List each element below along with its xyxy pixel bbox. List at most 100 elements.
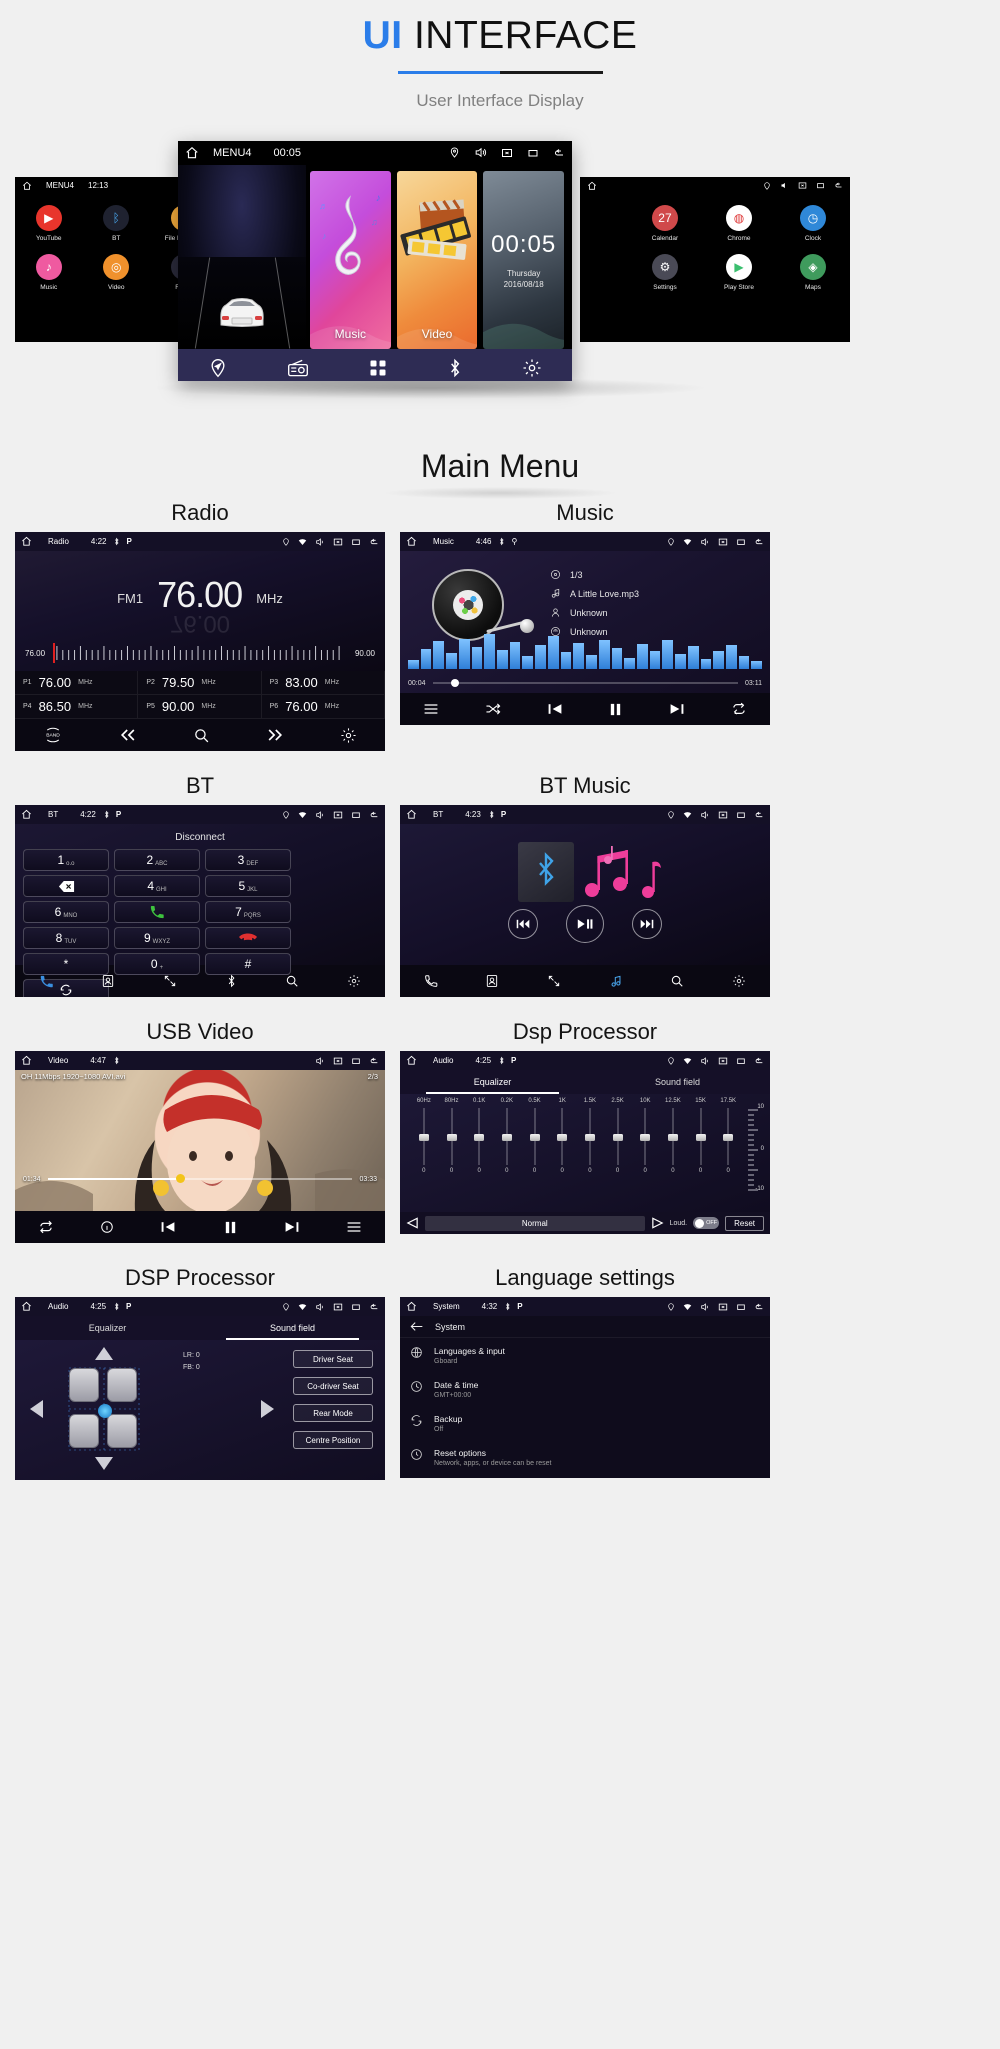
preset-button[interactable]: P3 83.00 MHz (261, 671, 385, 695)
back-arrow-icon[interactable] (754, 1302, 764, 1312)
seat-rear-right[interactable] (107, 1414, 137, 1448)
back-arrow-icon[interactable] (553, 147, 565, 159)
eq-slider-track[interactable] (612, 1108, 623, 1165)
key-4[interactable]: 4 GHI (114, 875, 200, 897)
eq-slider-knob[interactable] (446, 1134, 457, 1142)
seat-front-left[interactable] (69, 1368, 99, 1402)
close-box-icon[interactable] (333, 537, 343, 547)
close-box-icon[interactable] (798, 181, 807, 190)
eq-slider-track[interactable] (557, 1108, 568, 1165)
eq-slider-knob[interactable] (529, 1134, 540, 1142)
recents-icon[interactable] (527, 147, 539, 159)
close-box-icon[interactable] (718, 1302, 728, 1312)
bluetooth-icon[interactable] (447, 358, 463, 378)
key-3[interactable]: 3 DEF (205, 849, 291, 871)
recents-icon[interactable] (351, 1056, 361, 1066)
recents-icon[interactable] (736, 537, 746, 547)
close-box-icon[interactable] (333, 810, 343, 820)
settings-gear-icon[interactable] (340, 727, 357, 744)
eq-slider-track[interactable] (446, 1108, 457, 1165)
phone-icon[interactable] (424, 974, 438, 988)
key-star[interactable]: * (23, 953, 109, 975)
volume-icon[interactable] (474, 146, 487, 159)
next-track-icon[interactable] (669, 702, 685, 716)
back-arrow-icon[interactable] (410, 1321, 423, 1332)
key-8[interactable]: 8 TUV (23, 927, 109, 949)
app-tile[interactable]: ◍ Chrome (702, 204, 776, 242)
back-arrow-icon[interactable] (369, 810, 379, 820)
dial-ticks[interactable] (53, 643, 347, 663)
preset-button[interactable]: P6 76.00 MHz (261, 695, 385, 719)
contacts-icon[interactable] (485, 974, 499, 988)
app-tile[interactable]: ᛒ BT (83, 204, 151, 242)
key-1[interactable]: 1 o.o (23, 849, 109, 871)
back-arrow-icon[interactable] (369, 1302, 379, 1312)
repeat-icon[interactable] (731, 702, 747, 716)
volume-icon[interactable] (780, 181, 789, 190)
app-tile[interactable]: ◎ Video (83, 253, 151, 291)
volume-icon[interactable] (700, 810, 710, 820)
eq-slider-track[interactable] (474, 1108, 485, 1165)
music-seek-bar[interactable]: 00:04 03:11 (400, 673, 770, 693)
navigation-icon[interactable] (208, 358, 228, 378)
call-log-icon[interactable] (163, 974, 177, 988)
playlist-icon[interactable] (346, 1220, 362, 1234)
back-arrow-icon[interactable] (754, 1056, 764, 1066)
app-tile[interactable]: ◷ Clock (776, 204, 850, 242)
sound-focus-point[interactable] (98, 1404, 112, 1418)
next-seek-icon[interactable] (265, 727, 285, 743)
eq-slider-track[interactable] (695, 1108, 706, 1165)
back-arrow-icon[interactable] (834, 181, 843, 190)
app-tile[interactable]: 27 Calendar (628, 204, 702, 242)
tab-equalizer[interactable]: Equalizer (400, 1070, 585, 1094)
back-arrow-icon[interactable] (369, 1056, 379, 1066)
eq-slider-knob[interactable] (418, 1134, 429, 1142)
music-progress-track[interactable] (432, 679, 738, 687)
repeat-icon[interactable] (38, 1220, 54, 1234)
eq-slider-track[interactable] (640, 1108, 651, 1165)
eq-slider-knob[interactable] (557, 1134, 568, 1142)
settings-gear-icon[interactable] (347, 974, 361, 988)
driver-seat-button[interactable]: Driver Seat (293, 1350, 373, 1368)
eq-slider[interactable]: 0 (659, 1108, 687, 1174)
pause-icon[interactable] (608, 702, 623, 717)
settings-row-languages[interactable]: Languages & input Gboard (400, 1338, 770, 1372)
home-icon[interactable] (22, 181, 32, 191)
key-2[interactable]: 2 ABC (114, 849, 200, 871)
video-seek-bar[interactable]: 01:34 03:33 (15, 1171, 385, 1187)
centre-position-button[interactable]: Centre Position (293, 1431, 373, 1449)
eq-slider[interactable]: 0 (465, 1108, 493, 1174)
app-tile[interactable]: ▶ Play Store (702, 253, 776, 291)
eq-slider-knob[interactable] (695, 1134, 706, 1142)
home-icon[interactable] (21, 536, 32, 547)
pause-icon[interactable] (223, 1220, 238, 1235)
eq-slider-knob[interactable] (640, 1134, 651, 1142)
previous-track-icon[interactable] (160, 1220, 176, 1234)
home-icon[interactable] (406, 1301, 417, 1312)
eq-slider-track[interactable] (723, 1108, 734, 1165)
preset-button[interactable]: P4 86.50 MHz (15, 695, 139, 719)
key-0[interactable]: 0 + (114, 953, 200, 975)
music-progress-handle[interactable] (450, 679, 459, 687)
home-icon[interactable] (406, 1055, 417, 1066)
eq-slider-knob[interactable] (723, 1134, 734, 1142)
search-icon[interactable] (193, 727, 210, 744)
contacts-icon[interactable] (101, 974, 115, 988)
tile-clock[interactable]: 00:05 Thursday 2016/08/18 (483, 170, 565, 349)
home-icon[interactable] (406, 809, 417, 820)
co-driver-seat-button[interactable]: Co-driver Seat (293, 1377, 373, 1395)
seat-front-right[interactable] (107, 1368, 137, 1402)
close-box-icon[interactable] (718, 1056, 728, 1066)
volume-icon[interactable] (315, 1056, 325, 1066)
home-icon[interactable] (587, 181, 597, 191)
key-call-answer[interactable] (114, 901, 200, 923)
cabin-seat-map[interactable] (67, 1366, 141, 1452)
eq-slider-track[interactable] (529, 1108, 540, 1165)
loudness-toggle[interactable]: OFF (693, 1217, 720, 1229)
volume-icon[interactable] (700, 1056, 710, 1066)
volume-icon[interactable] (700, 1302, 710, 1312)
eq-slider[interactable]: 0 (714, 1108, 742, 1174)
search-icon[interactable] (285, 974, 299, 988)
recents-icon[interactable] (816, 181, 825, 190)
radio-icon[interactable] (287, 358, 309, 378)
